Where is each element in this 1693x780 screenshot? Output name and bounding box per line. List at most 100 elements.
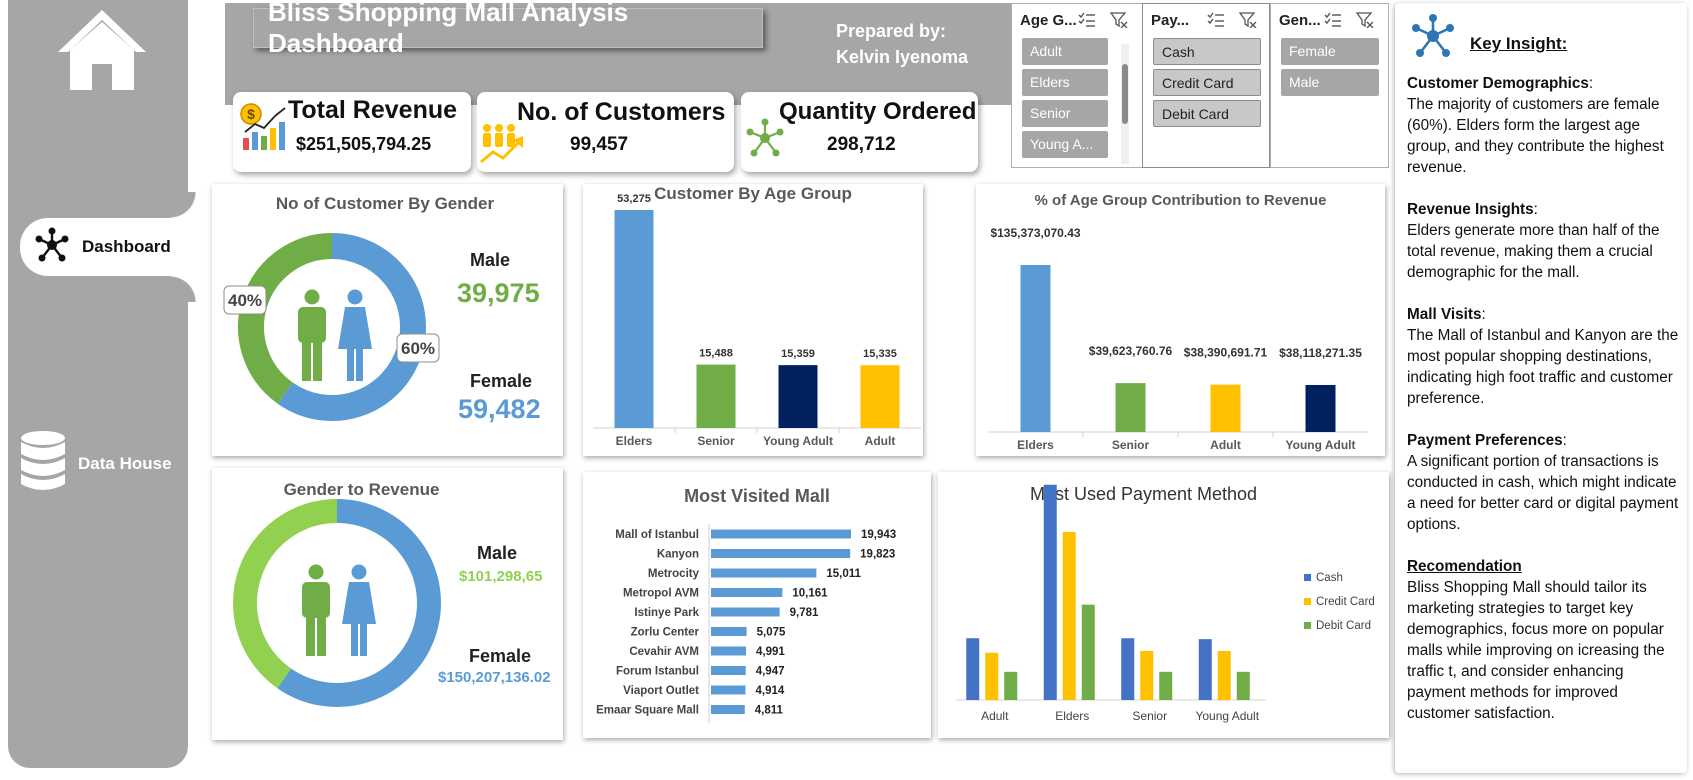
slicer-age-item[interactable]: Young A... (1022, 131, 1108, 158)
kpi-customers: No. of Customers 99,457 (477, 92, 734, 172)
slicer-gender-item[interactable]: Male (1281, 69, 1379, 96)
mall-bar-chart: Mall of Istanbul 19,943 Kanyon 19,823 Metroc… (596, 524, 896, 723)
bar (1004, 671, 1018, 700)
female-count: 59,482 (458, 394, 541, 424)
bar (1115, 383, 1146, 432)
bar (711, 588, 783, 597)
slicer-payment: Pay... Cash Credit Card Debit Card (1142, 3, 1270, 168)
bar (1198, 639, 1212, 700)
kpi-total-revenue: $ Total Revenue $251,505,794.25 (233, 92, 471, 172)
slicer-gender: Gen... Female Male (1270, 3, 1389, 168)
bar (711, 646, 747, 656)
data-label: 15,359 (781, 348, 815, 360)
bar (1081, 604, 1095, 700)
insight-text: Bliss Shopping Mall should tailor its ma… (1407, 579, 1665, 722)
slicer-payment-item[interactable]: Cash (1153, 38, 1261, 65)
female-icon (336, 289, 374, 386)
kpi-customers-title: No. of Customers (517, 98, 726, 126)
female-icon (340, 564, 378, 661)
x-tick-label: Young Adult (1195, 709, 1259, 723)
x-tick-label: Elders (1017, 438, 1054, 452)
prepared-name: Kelvin Iyenoma (836, 47, 969, 67)
male-label: Male (470, 250, 511, 270)
data-label: 9,781 (790, 607, 819, 619)
insight-text: Elders generate more than half of the to… (1407, 222, 1660, 281)
bar (1121, 638, 1135, 700)
legend-label: Credit Card (1316, 596, 1375, 608)
x-tick-label: Senior (1112, 438, 1150, 452)
kpi-revenue-value: $251,505,794.25 (296, 134, 432, 154)
male-label: Male (477, 543, 518, 563)
data-label: 4,991 (756, 646, 785, 658)
nav-dashboard[interactable]: Dashboard (20, 192, 196, 302)
data-label: 19,823 (860, 549, 895, 561)
payment-bar-chart: Adult Elders Senior Young Adult Cash Credit C… (956, 484, 1375, 723)
home-icon[interactable] (54, 6, 150, 90)
data-label: 60% (401, 339, 435, 358)
legend-label: Cash (1316, 572, 1343, 584)
y-tick-label: Kanyon (657, 549, 699, 561)
prepared-by: Prepared by: Kelvin Iyenoma (836, 18, 968, 70)
age-group-bar-chart: 53,275 Elders 15,488 Senior 15,359 Young Adul… (593, 193, 921, 448)
nav-data-house-label: Data House (78, 453, 172, 473)
checklist-icon[interactable] (1207, 12, 1225, 33)
clear-filter-icon[interactable] (1109, 12, 1128, 33)
kpi-quantity-value: 298,712 (827, 134, 896, 155)
bar (966, 638, 980, 700)
clear-filter-icon[interactable] (1238, 12, 1257, 33)
slicer-gender-item[interactable]: Female (1281, 38, 1379, 65)
kpi-quantity-title: Quantity Ordered (779, 98, 977, 125)
x-tick-label: Adult (865, 434, 896, 448)
y-tick-label: Istinye Park (634, 607, 699, 619)
y-tick-label: Mall of Istanbul (615, 529, 699, 541)
insight-section: Customer Demographics: The majority of cu… (1407, 75, 1664, 176)
slicer-scrollbar[interactable] (1121, 44, 1129, 164)
x-tick-label: Young Adult (1286, 438, 1356, 452)
y-tick-label: Emaar Square Mall (596, 705, 699, 717)
bar (1043, 484, 1057, 700)
x-tick-label: Senior (1132, 709, 1167, 723)
x-tick-label: Adult (981, 709, 1009, 723)
x-tick-label: Elders (616, 434, 653, 448)
bar (711, 568, 817, 578)
dashboard-title-box: Bliss Shopping Mall Analysis Dashboard (253, 0, 763, 58)
insight-text: The majority of customers are female (60… (1407, 96, 1664, 176)
bar (860, 365, 900, 428)
y-tick-label: Forum Istanbul (616, 666, 699, 678)
x-tick-label: Young Adult (763, 434, 833, 448)
female-revenue: $150,207,136.02 (438, 669, 551, 686)
x-tick-label: Adult (1210, 438, 1241, 452)
slicer-age-item[interactable]: Adult (1022, 38, 1108, 65)
legend-label: Debit Card (1316, 620, 1371, 632)
data-label: 4,947 (756, 666, 785, 678)
insight-text: A significant portion of transactions is… (1407, 453, 1679, 533)
slicer-payment-item[interactable]: Credit Card (1153, 69, 1261, 96)
network-icon (34, 227, 70, 268)
bar (1236, 671, 1250, 700)
panel-customer-by-age: Customer By Age Group 53,275 Elders 15,488… (583, 184, 923, 456)
data-label: 10,161 (792, 588, 828, 600)
scrollbar-thumb[interactable] (1122, 64, 1128, 124)
slicer-payment-item[interactable]: Debit Card (1153, 100, 1261, 127)
bar (1305, 384, 1336, 432)
y-tick-label: Metrocity (648, 568, 700, 580)
panel-payment-method: Most Used Payment Method Adult Elders Seni… (938, 472, 1389, 738)
bar (711, 627, 747, 636)
slicer-age-item[interactable]: Elders (1022, 69, 1108, 96)
insight-body: Customer Demographics: The majority of cu… (1407, 73, 1682, 745)
female-label: Female (469, 646, 532, 666)
bar (614, 210, 654, 428)
panel-gender-revenue: Gender to Revenue Male $101,298,65 Femal… (212, 468, 563, 740)
x-tick-label: Elders (1055, 709, 1089, 723)
bar (1020, 265, 1051, 432)
checklist-icon[interactable] (1078, 12, 1096, 33)
bar (711, 666, 746, 675)
nav-data-house[interactable]: Data House (20, 430, 172, 497)
clear-filter-icon[interactable] (1355, 12, 1374, 33)
checklist-icon[interactable] (1324, 12, 1342, 33)
bar (778, 365, 818, 428)
bar (711, 705, 745, 714)
insight-title: Key Insight: (1470, 34, 1568, 53)
slicer-age-item[interactable]: Senior (1022, 100, 1108, 127)
data-label: $38,390,691.71 (1184, 346, 1268, 360)
